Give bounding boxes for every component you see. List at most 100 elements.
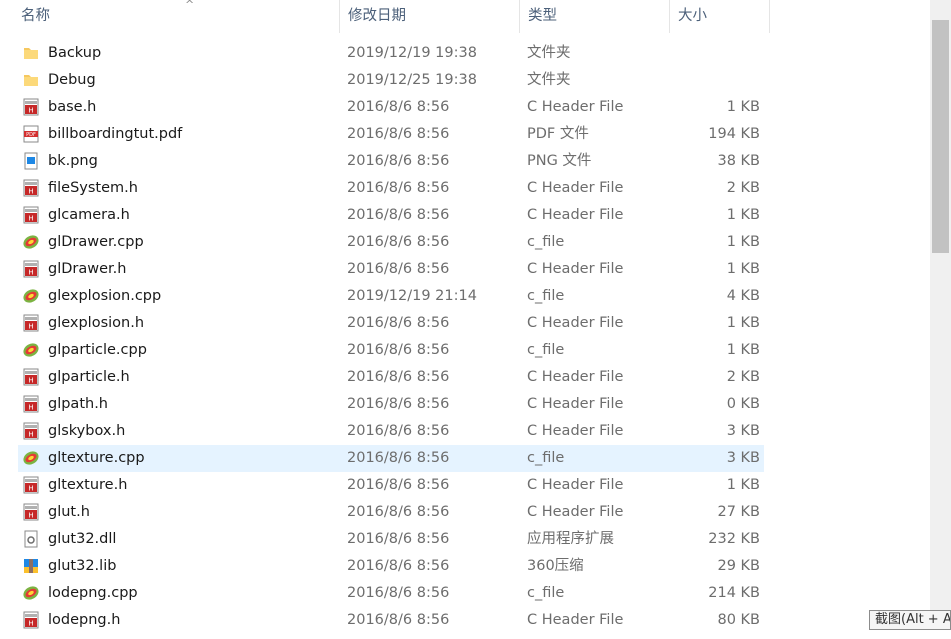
file-date-modified: 2016/8/6 8:56 (347, 153, 450, 169)
file-row[interactable]: Hglpath.h 2016/8/6 8:56 C Header File 0 KB (18, 391, 764, 418)
file-size: 2 KB (726, 369, 760, 385)
c-header-file-icon: H (22, 368, 40, 386)
file-date-modified: 2016/8/6 8:56 (347, 126, 450, 142)
file-row[interactable]: Hglskybox.h 2016/8/6 8:56 C Header File 3 K… (18, 418, 764, 445)
cpp-file-icon (22, 287, 40, 305)
file-type: C Header File (527, 477, 624, 493)
file-row[interactable]: HfileSystem.h 2016/8/6 8:56 C Header File 2… (18, 175, 764, 202)
file-row[interactable]: lodepng.cpp 2016/8/6 8:56 c_file 214 KB (18, 580, 764, 607)
png-file-icon (22, 152, 40, 170)
file-name: gltexture.h (48, 477, 128, 493)
svg-text:H: H (28, 188, 33, 196)
file-row[interactable]: glDrawer.cpp 2016/8/6 8:56 c_file 1 KB (18, 229, 764, 256)
file-row[interactable]: Hbase.h 2016/8/6 8:56 C Header File 1 KB (18, 94, 764, 121)
file-size: 232 KB (708, 531, 760, 547)
scrollbar-thumb[interactable] (932, 20, 949, 253)
file-name: fileSystem.h (48, 180, 138, 196)
file-row[interactable]: Hlodepng.h 2016/8/6 8:56 C Header File 80 K… (18, 607, 764, 634)
file-date-modified: 2016/8/6 8:56 (347, 477, 450, 493)
file-date-modified: 2016/8/6 8:56 (347, 315, 450, 331)
file-type: C Header File (527, 423, 624, 439)
file-type: c_file (527, 342, 565, 358)
file-name: bk.png (48, 153, 98, 169)
file-date-modified: 2016/8/6 8:56 (347, 504, 450, 520)
file-date-modified: 2016/8/6 8:56 (347, 423, 450, 439)
sort-ascending-icon: ^ (185, 0, 195, 11)
cpp-file-icon (22, 449, 40, 467)
column-header-type-label: 类型 (528, 8, 557, 24)
vertical-scrollbar[interactable] (930, 0, 951, 625)
file-date-modified: 2016/8/6 8:56 (347, 612, 450, 628)
file-type: C Header File (527, 369, 624, 385)
svg-text:H: H (28, 431, 33, 439)
column-header-size-label: 大小 (678, 8, 707, 24)
svg-text:H: H (28, 377, 33, 385)
svg-text:H: H (28, 215, 33, 223)
file-row[interactable]: glexplosion.cpp 2019/12/19 21:14 c_file 4 K… (18, 283, 764, 310)
file-type: c_file (527, 450, 565, 466)
file-type: 文件夹 (527, 72, 571, 88)
file-date-modified: 2019/12/19 19:38 (347, 45, 477, 61)
cpp-file-icon (22, 584, 40, 602)
file-size: 1 KB (726, 261, 760, 277)
cpp-file-icon (22, 233, 40, 251)
file-date-modified: 2019/12/19 21:14 (347, 288, 477, 304)
file-date-modified: 2016/8/6 8:56 (347, 180, 450, 196)
column-header-bar: 名称 ^ 修改日期 类型 大小 (0, 0, 930, 33)
file-name: glDrawer.cpp (48, 234, 144, 250)
file-date-modified: 2016/8/6 8:56 (347, 558, 450, 574)
svg-text:H: H (28, 404, 33, 412)
file-row[interactable]: Hglcamera.h 2016/8/6 8:56 C Header File 1 K… (18, 202, 764, 229)
file-date-modified: 2016/8/6 8:56 (347, 342, 450, 358)
file-name: lodepng.cpp (48, 585, 138, 601)
c-header-file-icon: H (22, 422, 40, 440)
file-date-modified: 2016/8/6 8:56 (347, 234, 450, 250)
column-header-date[interactable]: 修改日期 (340, 0, 520, 33)
column-header-name[interactable]: 名称 ^ (13, 0, 340, 33)
file-size: 27 KB (717, 504, 760, 520)
file-name: Backup (48, 45, 102, 61)
file-row[interactable]: HglDrawer.h 2016/8/6 8:56 C Header File 1 K… (18, 256, 764, 283)
file-row[interactable]: Hglut.h 2016/8/6 8:56 C Header File 27 KB (18, 499, 764, 526)
file-type: C Header File (527, 396, 624, 412)
c-header-file-icon: H (22, 98, 40, 116)
file-date-modified: 2019/12/25 19:38 (347, 72, 477, 88)
file-date-modified: 2016/8/6 8:56 (347, 585, 450, 601)
file-row[interactable]: Debug 2019/12/25 19:38 文件夹 (18, 67, 764, 94)
column-header-size[interactable]: 大小 (670, 0, 770, 33)
file-row[interactable]: glparticle.cpp 2016/8/6 8:56 c_file 1 KB (18, 337, 764, 364)
file-name: glut32.lib (48, 558, 117, 574)
column-header-name-label: 名称 (21, 8, 50, 24)
svg-text:PDF: PDF (26, 132, 36, 138)
file-row[interactable]: Hglexplosion.h 2016/8/6 8:56 C Header File… (18, 310, 764, 337)
file-row[interactable]: Hgltexture.h 2016/8/6 8:56 C Header File 1 … (18, 472, 764, 499)
file-row[interactable]: Backup 2019/12/19 19:38 文件夹 (18, 40, 764, 67)
file-type: 文件夹 (527, 45, 571, 61)
svg-text:H: H (28, 485, 33, 493)
folder-icon (22, 44, 40, 62)
column-header-type[interactable]: 类型 (520, 0, 670, 33)
file-type: PNG 文件 (527, 153, 592, 169)
file-row[interactable]: glut32.lib 2016/8/6 8:56 360压缩 29 KB (18, 553, 764, 580)
file-name: glut.h (48, 504, 90, 520)
file-type: C Header File (527, 207, 624, 223)
cpp-file-icon (22, 341, 40, 359)
file-row[interactable]: glut32.dll 2016/8/6 8:56 应用程序扩展 232 KB (18, 526, 764, 553)
svg-text:H: H (28, 323, 33, 331)
file-row[interactable]: Hglparticle.h 2016/8/6 8:56 C Header File 2… (18, 364, 764, 391)
file-type: C Header File (527, 261, 624, 277)
c-header-file-icon: H (22, 260, 40, 278)
file-type: 360压缩 (527, 558, 584, 574)
file-row[interactable]: gltexture.cpp 2016/8/6 8:56 c_file 3 KB (18, 445, 764, 472)
file-size: 3 KB (726, 423, 760, 439)
file-date-modified: 2016/8/6 8:56 (347, 369, 450, 385)
file-row[interactable]: bk.png 2016/8/6 8:56 PNG 文件 38 KB (18, 148, 764, 175)
file-size: 29 KB (717, 558, 760, 574)
file-row[interactable]: PDF billboardingtut.pdf 2016/8/6 8:56 PDF 文… (18, 121, 764, 148)
dll-file-icon (22, 530, 40, 548)
lib-file-icon (22, 557, 40, 575)
file-size: 194 KB (708, 126, 760, 142)
file-name: lodepng.h (48, 612, 121, 628)
file-size: 80 KB (717, 612, 760, 628)
file-type: c_file (527, 234, 565, 250)
